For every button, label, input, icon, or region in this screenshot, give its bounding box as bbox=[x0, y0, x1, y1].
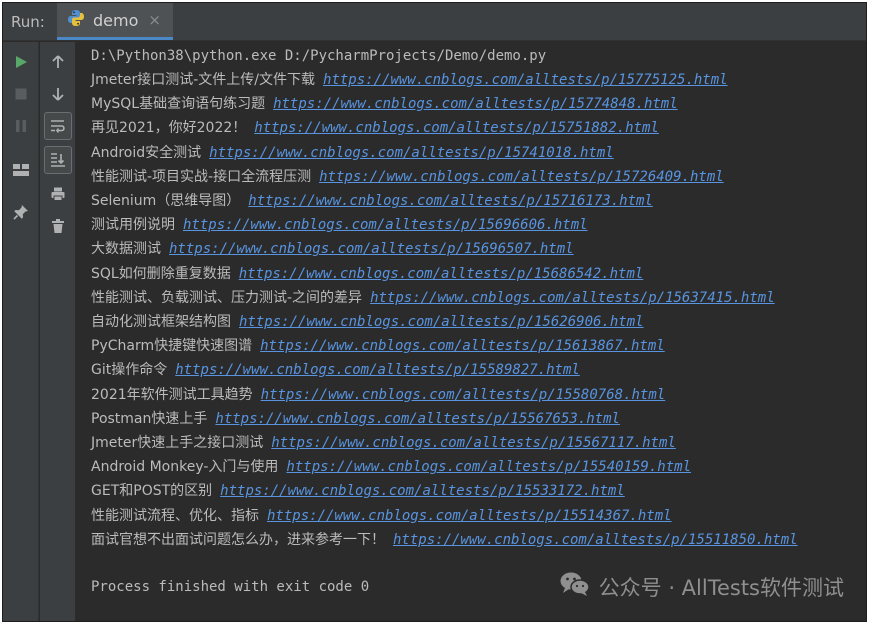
entry-link[interactable]: https://www.cnblogs.com/alltests/p/15540… bbox=[286, 459, 691, 475]
entry-title: 性能测试-项目实战-接口全流程压测 bbox=[91, 168, 312, 185]
entry-title: Android Monkey-入门与使用 bbox=[91, 459, 279, 476]
pause-icon[interactable] bbox=[7, 112, 35, 140]
pin-icon[interactable] bbox=[7, 198, 35, 226]
entry-title: Selenium（思维导图） bbox=[91, 193, 241, 209]
entry-title: 性能测试流程、优化、指标 bbox=[91, 507, 259, 524]
entry-link[interactable]: https://www.cnblogs.com/alltests/p/15511… bbox=[393, 532, 798, 548]
entry-link[interactable]: https://www.cnblogs.com/alltests/p/15775… bbox=[323, 72, 728, 88]
console-entry: 测试用例说明 https://www.cnblogs.com/alltests/p… bbox=[91, 213, 588, 237]
entry-link[interactable]: https://www.cnblogs.com/alltests/p/15741… bbox=[209, 145, 614, 161]
entry-link[interactable]: https://www.cnblogs.com/alltests/p/15696… bbox=[169, 241, 574, 257]
console-entry: PyCharm快捷键快速图谱 https://www.cnblogs.com/al… bbox=[91, 334, 665, 358]
console-entry: 面试官想不出面试问题怎么办，进来参考一下！ https://www.cnblogs… bbox=[91, 528, 798, 552]
command-line: D:\Python38\python.exe D:/PycharmProject… bbox=[91, 48, 547, 64]
entry-title: MySQL基础查询语句练习题 bbox=[91, 96, 266, 113]
entry-title: Jmeter接口测试-文件上传/文件下载 bbox=[91, 72, 316, 88]
console-entry: 再见2021，你好2022！ https://www.cnblogs.com/al… bbox=[91, 116, 659, 140]
entry-link[interactable]: https://www.cnblogs.com/alltests/p/15580… bbox=[261, 387, 666, 403]
layout-icon[interactable] bbox=[7, 156, 35, 184]
tab-demo[interactable]: demo × bbox=[57, 3, 173, 40]
console-entry: 性能测试、负载测试、压力测试-之间的差异 https://www.cnblogs.… bbox=[91, 286, 775, 310]
entry-link[interactable]: https://www.cnblogs.com/alltests/p/15726… bbox=[319, 169, 724, 185]
entry-title: 2021年软件测试工具趋势 bbox=[91, 386, 253, 403]
soft-wrap-icon[interactable] bbox=[44, 112, 72, 140]
console-entry: Android Monkey-入门与使用 https://www.cnblogs.… bbox=[91, 455, 691, 479]
entry-title: PyCharm快捷键快速图谱 bbox=[91, 338, 253, 355]
console-entry: Jmeter接口测试-文件上传/文件下载 https://www.cnblogs.… bbox=[91, 68, 728, 92]
entry-link[interactable]: https://www.cnblogs.com/alltests/p/15751… bbox=[254, 120, 659, 136]
entry-link[interactable]: https://www.cnblogs.com/alltests/p/15533… bbox=[220, 483, 625, 499]
console-entry: 大数据测试 https://www.cnblogs.com/alltests/p/… bbox=[91, 237, 574, 261]
entry-title: Android安全测试 bbox=[91, 144, 202, 161]
tab-label: demo bbox=[93, 10, 139, 30]
console-entry: Postman快速上手 https://www.cnblogs.com/allte… bbox=[91, 407, 620, 431]
run-toolbar-primary bbox=[3, 42, 39, 621]
entry-title: Postman快速上手 bbox=[91, 410, 208, 427]
entry-link[interactable]: https://www.cnblogs.com/alltests/p/15774… bbox=[273, 96, 678, 112]
entry-link[interactable]: https://www.cnblogs.com/alltests/p/15696… bbox=[183, 217, 588, 233]
run-label: Run: bbox=[11, 12, 45, 31]
entry-title: SQL如何删除重复数据 bbox=[91, 265, 231, 282]
entry-title: 再见2021，你好2022！ bbox=[91, 120, 247, 137]
console-entry: 2021年软件测试工具趋势 https://www.cnblogs.com/all… bbox=[91, 383, 665, 407]
console-entry: 性能测试-项目实战-接口全流程压测 https://www.cnblogs.com… bbox=[91, 165, 724, 189]
entry-link[interactable]: https://www.cnblogs.com/alltests/p/15567… bbox=[215, 411, 620, 427]
entry-link[interactable]: https://www.cnblogs.com/alltests/p/15686… bbox=[239, 266, 644, 282]
arrow-down-icon[interactable] bbox=[44, 80, 72, 108]
entry-link[interactable]: https://www.cnblogs.com/alltests/p/15613… bbox=[260, 338, 665, 354]
run-toolbar-secondary bbox=[40, 42, 76, 621]
console-entry: SQL如何删除重复数据 https://www.cnblogs.com/allte… bbox=[91, 262, 643, 286]
console-entry: Android安全测试 https://www.cnblogs.com/allte… bbox=[91, 141, 614, 165]
entry-link[interactable]: https://www.cnblogs.com/alltests/p/15626… bbox=[239, 314, 644, 330]
run-header: Run: demo × bbox=[3, 3, 866, 41]
stop-icon[interactable] bbox=[7, 80, 35, 108]
entry-title: 测试用例说明 bbox=[91, 217, 175, 234]
console-entry: Jmeter快速上手之接口测试 https://www.cnblogs.com/a… bbox=[91, 431, 676, 455]
entry-link[interactable]: https://www.cnblogs.com/alltests/p/15514… bbox=[267, 508, 672, 524]
console-entry: 自动化测试框架结构图 https://www.cnblogs.com/alltes… bbox=[91, 310, 644, 334]
trash-icon[interactable] bbox=[44, 212, 72, 240]
console-output[interactable]: D:\Python38\python.exe D:/PycharmProject… bbox=[77, 42, 866, 621]
entry-title: 性能测试、负载测试、压力测试-之间的差异 bbox=[91, 289, 363, 306]
console-entry: Selenium（思维导图） https://www.cnblogs.com/al… bbox=[91, 189, 653, 213]
print-icon[interactable] bbox=[44, 180, 72, 208]
console-entry: Git操作命令 https://www.cnblogs.com/alltests/… bbox=[91, 358, 580, 382]
entry-link[interactable]: https://www.cnblogs.com/alltests/p/15716… bbox=[248, 193, 653, 209]
entry-title: Jmeter快速上手之接口测试 bbox=[91, 435, 264, 451]
entry-title: GET和POST的区别 bbox=[91, 483, 213, 500]
entry-title: 自动化测试框架结构图 bbox=[91, 314, 231, 330]
tab-close-icon[interactable]: × bbox=[148, 11, 161, 29]
run-tool-window: Run: demo × D:\Python38\python.exe D:/Py… bbox=[2, 2, 867, 622]
wechat-icon bbox=[559, 570, 591, 603]
console-entry: 性能测试流程、优化、指标 https://www.cnblogs.com/allt… bbox=[91, 504, 672, 528]
entry-link[interactable]: https://www.cnblogs.com/alltests/p/15637… bbox=[370, 290, 775, 306]
entry-link[interactable]: https://www.cnblogs.com/alltests/p/15589… bbox=[175, 362, 580, 378]
exit-message: Process finished with exit code 0 bbox=[91, 579, 370, 595]
entry-title: 大数据测试 bbox=[91, 241, 161, 258]
python-icon bbox=[67, 9, 85, 31]
entry-title: Git操作命令 bbox=[91, 362, 168, 379]
arrow-up-icon[interactable] bbox=[44, 48, 72, 76]
entry-link[interactable]: https://www.cnblogs.com/alltests/p/15567… bbox=[271, 435, 676, 451]
watermark: 公众号 · AllTests软件测试 bbox=[559, 570, 844, 603]
console-entry: GET和POST的区别 https://www.cnblogs.com/allte… bbox=[91, 479, 625, 503]
entry-title: 面试官想不出面试问题怎么办，进来参考一下！ bbox=[91, 531, 385, 548]
scroll-to-end-icon[interactable] bbox=[44, 146, 72, 174]
run-icon[interactable] bbox=[7, 48, 35, 76]
console-entry: MySQL基础查询语句练习题 https://www.cnblogs.com/al… bbox=[91, 92, 678, 116]
watermark-text: 公众号 · AllTests软件测试 bbox=[598, 575, 844, 600]
